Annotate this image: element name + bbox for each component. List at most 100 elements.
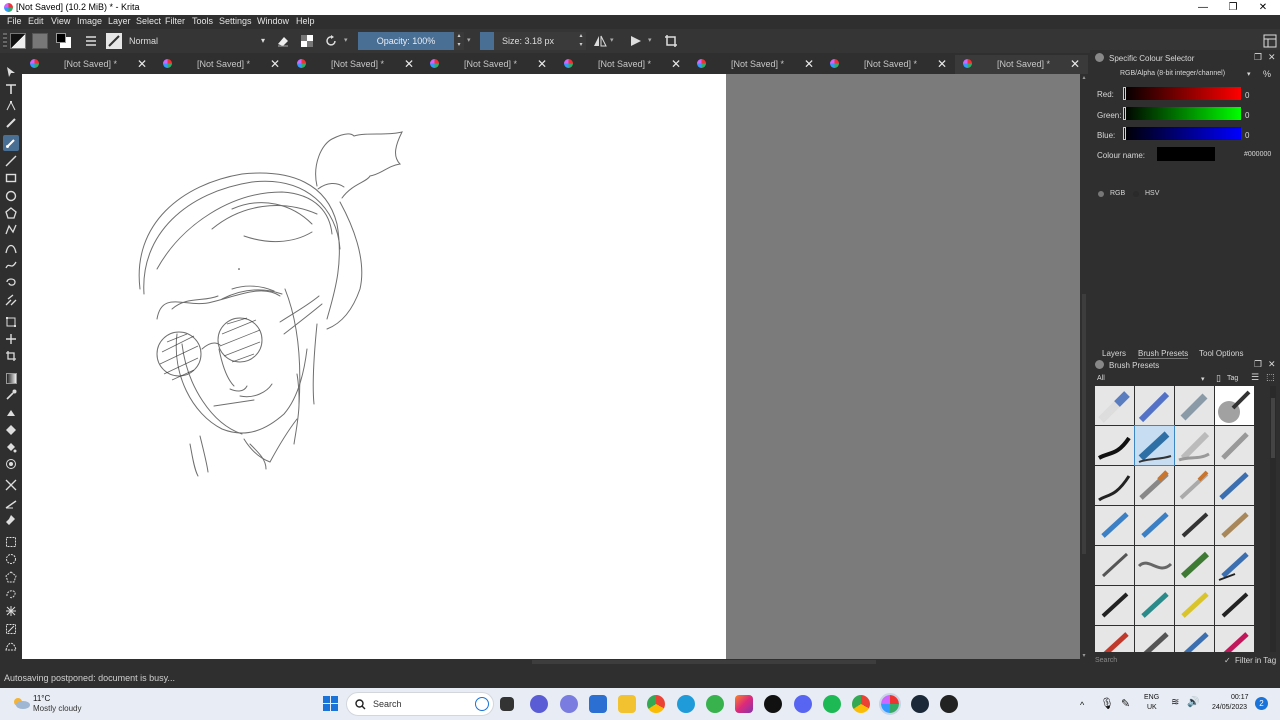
instagram-icon[interactable] — [735, 695, 753, 713]
taskbar-search[interactable]: Search — [346, 692, 494, 716]
smart-patch-tool-icon[interactable] — [3, 422, 19, 438]
color-picker-tool-icon[interactable] — [3, 387, 19, 403]
tag-icon[interactable]: ▯ — [1216, 373, 1221, 384]
pattern-selector-icon[interactable] — [32, 33, 48, 49]
krita-icon[interactable] — [879, 693, 901, 715]
language-label[interactable]: ENG — [1144, 694, 1159, 701]
docker-lock-icon[interactable] — [1095, 53, 1104, 62]
tag-button[interactable]: Tag — [1227, 375, 1238, 382]
menu-layer[interactable]: Layer — [108, 16, 131, 26]
freehand-brush-tool-icon[interactable] — [3, 135, 19, 151]
fg-bg-colors-icon[interactable] — [56, 33, 72, 49]
blue-slider[interactable] — [1123, 127, 1241, 140]
brush-preset-thumb[interactable] — [1135, 386, 1174, 425]
preset-filter-select[interactable]: All ▾ — [1095, 373, 1208, 385]
transform-tool-icon[interactable] — [3, 314, 19, 330]
assistant-tool-icon[interactable] — [3, 477, 19, 493]
opacity-slider[interactable]: Opacity: 100% — [358, 32, 454, 50]
size-spinner[interactable]: ▴ ▾ — [576, 32, 586, 50]
menu-tools[interactable]: Tools — [192, 16, 213, 26]
percent-icon[interactable]: % — [1263, 69, 1271, 79]
tiktok-icon[interactable] — [764, 695, 782, 713]
weather-condition[interactable]: Mostly cloudy — [33, 704, 81, 713]
filter-in-tag-checkbox[interactable]: ✓ — [1224, 656, 1231, 665]
app-icon[interactable] — [706, 695, 724, 713]
notification-badge[interactable]: 2 — [1255, 697, 1268, 710]
eraser-mode-icon[interactable] — [275, 33, 291, 49]
app-icon[interactable] — [940, 695, 958, 713]
brush-preset-thumb[interactable] — [1135, 626, 1174, 652]
minimize-button[interactable]: — — [1187, 0, 1219, 15]
mirror-horizontal-icon[interactable] — [592, 33, 608, 49]
app-icon[interactable] — [560, 695, 578, 713]
tab-layers[interactable]: Layers — [1102, 349, 1126, 358]
brush-preset-thumb-selected[interactable] — [1134, 425, 1175, 466]
menu-settings[interactable]: Settings — [219, 16, 252, 26]
brush-preset-thumb[interactable] — [1215, 466, 1254, 505]
mirror-h-chevron-icon[interactable]: ▾ — [610, 33, 618, 49]
text-tool-icon[interactable] — [3, 81, 19, 97]
cloudy-weather-icon[interactable] — [12, 696, 30, 710]
brush-preset-thumb[interactable] — [1095, 506, 1134, 545]
float-docker-icon[interactable]: ❐ — [1254, 359, 1262, 370]
polygonal-selection-tool-icon[interactable] — [3, 569, 19, 585]
menu-image[interactable]: Image — [77, 16, 102, 26]
preserve-alpha-icon[interactable] — [299, 33, 315, 49]
vertical-scrollbar[interactable]: ▴ ▾ — [1080, 74, 1088, 662]
vertical-scroll-thumb[interactable] — [1082, 294, 1086, 554]
store-icon[interactable] — [589, 695, 607, 713]
document-tab[interactable]: [Not Saved] * ✕ — [155, 55, 288, 74]
document-tab[interactable]: [Not Saved] * ✕ — [422, 55, 555, 74]
close-icon[interactable]: ✕ — [137, 57, 147, 71]
hsv-radio[interactable] — [1133, 191, 1139, 197]
view-options-icon[interactable]: ☰ — [1251, 372, 1259, 383]
wifi-icon[interactable]: ≋ — [1171, 697, 1179, 708]
brush-preset-thumb[interactable] — [1135, 586, 1174, 625]
close-window-button[interactable]: ✕ — [1247, 0, 1279, 15]
wrap-around-icon[interactable] — [663, 33, 679, 49]
document-tab[interactable]: [Not Saved] * ✕ — [689, 55, 822, 74]
temperature[interactable]: 11°C — [33, 694, 50, 703]
blue-value[interactable]: 0 — [1245, 131, 1249, 140]
slider-knob[interactable] — [1123, 127, 1126, 140]
file-explorer-icon[interactable] — [618, 695, 636, 713]
colour-name-swatch[interactable] — [1157, 147, 1215, 161]
close-docker-icon[interactable]: ✕ — [1268, 359, 1276, 370]
menu-edit[interactable]: Edit — [28, 16, 44, 26]
edit-shapes-tool-icon[interactable] — [3, 98, 19, 114]
brush-preset-thumb[interactable] — [1095, 466, 1134, 505]
preset-search-input[interactable]: Search — [1095, 657, 1117, 664]
brush-preset-thumb[interactable] — [1215, 426, 1254, 465]
red-value[interactable]: 0 — [1245, 91, 1249, 100]
brush-preset-thumb[interactable] — [1095, 386, 1134, 425]
brush-preset-thumb[interactable] — [1215, 546, 1254, 585]
brush-preset-thumb[interactable] — [1215, 586, 1254, 625]
enclose-fill-tool-icon[interactable] — [3, 456, 19, 472]
close-icon[interactable]: ✕ — [804, 57, 814, 71]
close-icon[interactable]: ✕ — [671, 57, 681, 71]
bezier-curve-tool-icon[interactable] — [3, 240, 19, 256]
close-icon[interactable]: ✕ — [937, 57, 947, 71]
multibrush-tool-icon[interactable] — [3, 292, 19, 308]
chat-icon[interactable] — [530, 695, 548, 713]
reload-preset-icon[interactable] — [323, 33, 339, 49]
discord-icon[interactable] — [794, 695, 812, 713]
reference-images-tool-icon[interactable] — [3, 512, 19, 528]
brush-preset-thumb[interactable] — [1135, 466, 1174, 505]
menu-view[interactable]: View — [51, 16, 70, 26]
opacity-spinner[interactable]: ▴ ▾ — [454, 32, 464, 50]
brush-preset-thumb[interactable] — [1095, 546, 1134, 585]
brush-preset-thumb[interactable] — [1095, 426, 1134, 465]
brush-preset-thumb[interactable] — [1215, 626, 1254, 652]
brush-preset-thumb[interactable] — [1095, 626, 1134, 652]
polyline-tool-icon[interactable] — [3, 222, 19, 238]
float-docker-icon[interactable]: ❐ — [1254, 52, 1262, 63]
tab-tool-options[interactable]: Tool Options — [1199, 349, 1243, 358]
workspace-icon[interactable] — [1262, 33, 1278, 49]
brush-size-slider[interactable]: Size: 3.18 px — [480, 32, 576, 50]
brush-preset-thumb[interactable] — [1175, 506, 1214, 545]
close-icon[interactable]: ✕ — [1070, 57, 1080, 71]
horizontal-scrollbar[interactable] — [22, 659, 1088, 666]
document-tab[interactable]: [Not Saved] * ✕ — [289, 55, 422, 74]
task-view-icon[interactable] — [500, 697, 514, 711]
